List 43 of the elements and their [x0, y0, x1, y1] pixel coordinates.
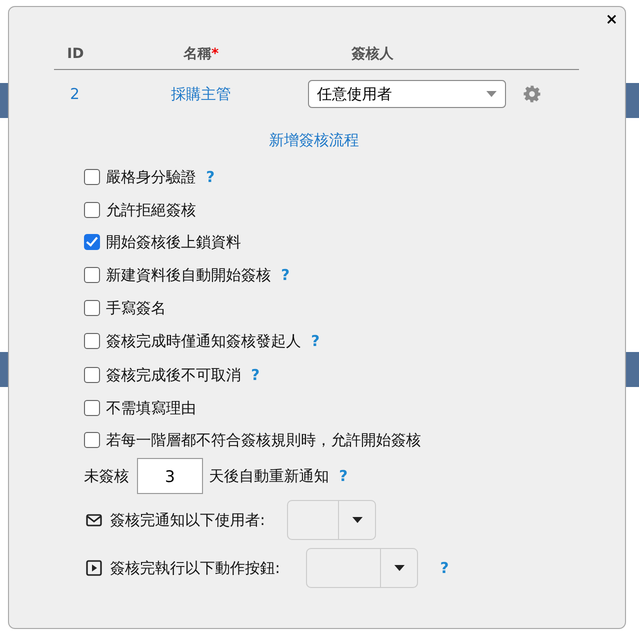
- help-icon[interactable]: ?: [251, 366, 260, 384]
- column-header: 名稱*: [182, 45, 220, 63]
- caret-icon: [352, 517, 363, 523]
- checkbox[interactable]: [84, 267, 100, 283]
- play-icon: [86, 560, 102, 576]
- help-icon[interactable]: ?: [440, 559, 449, 577]
- checkbox[interactable]: [84, 432, 100, 448]
- option-label: 嚴格身分驗證: [106, 168, 196, 186]
- help-icon[interactable]: ?: [281, 266, 290, 284]
- caret-icon: [394, 565, 405, 571]
- checkbox[interactable]: [84, 169, 100, 185]
- help-icon[interactable]: ?: [339, 467, 348, 485]
- approver-select[interactable]: 任意使用者: [308, 80, 506, 108]
- option-label: 若每一階層都不符合簽核規則時，允許開始簽核: [106, 430, 421, 450]
- help-icon[interactable]: ?: [206, 168, 215, 186]
- checkbox[interactable]: [84, 202, 100, 218]
- checkbox[interactable]: [84, 333, 100, 349]
- caret-icon: [486, 91, 497, 97]
- option-label: 簽核完成後不可取消: [106, 366, 241, 384]
- column-header: 簽核人: [350, 45, 394, 63]
- reminder-label: 天後自動重新通知: [209, 466, 329, 486]
- settings-icon[interactable]: [523, 85, 541, 103]
- option-label: 允許拒絕簽核: [106, 200, 196, 220]
- checkbox[interactable]: [84, 367, 100, 383]
- days-input[interactable]: 3: [137, 458, 203, 494]
- envelope-icon: [86, 512, 102, 528]
- add-flow-link[interactable]: 新增簽核流程: [269, 131, 359, 149]
- option-label: 手寫簽名: [106, 298, 166, 318]
- checkbox[interactable]: [84, 400, 100, 416]
- name-link[interactable]: 採購主管: [171, 84, 231, 102]
- option-label: 簽核完成時僅通知簽核發起人: [106, 332, 301, 350]
- column-header: ID: [66, 46, 85, 62]
- close-button[interactable]: ×: [602, 11, 621, 27]
- help-icon[interactable]: ?: [311, 332, 320, 350]
- checkbox[interactable]: [84, 300, 100, 316]
- action-label: 簽核完執行以下動作按鈕:: [110, 558, 280, 578]
- option-label: 新建資料後自動開始簽核: [106, 266, 271, 284]
- action-label: 簽核完通知以下使用者:: [110, 510, 266, 530]
- option-label: 不需填寫理由: [106, 398, 196, 418]
- table-cell-text: 2: [69, 85, 81, 103]
- reminder-label: 未簽核: [84, 466, 129, 486]
- option-label: 開始簽核後上鎖資料: [106, 232, 241, 252]
- checkbox[interactable]: [84, 234, 100, 250]
